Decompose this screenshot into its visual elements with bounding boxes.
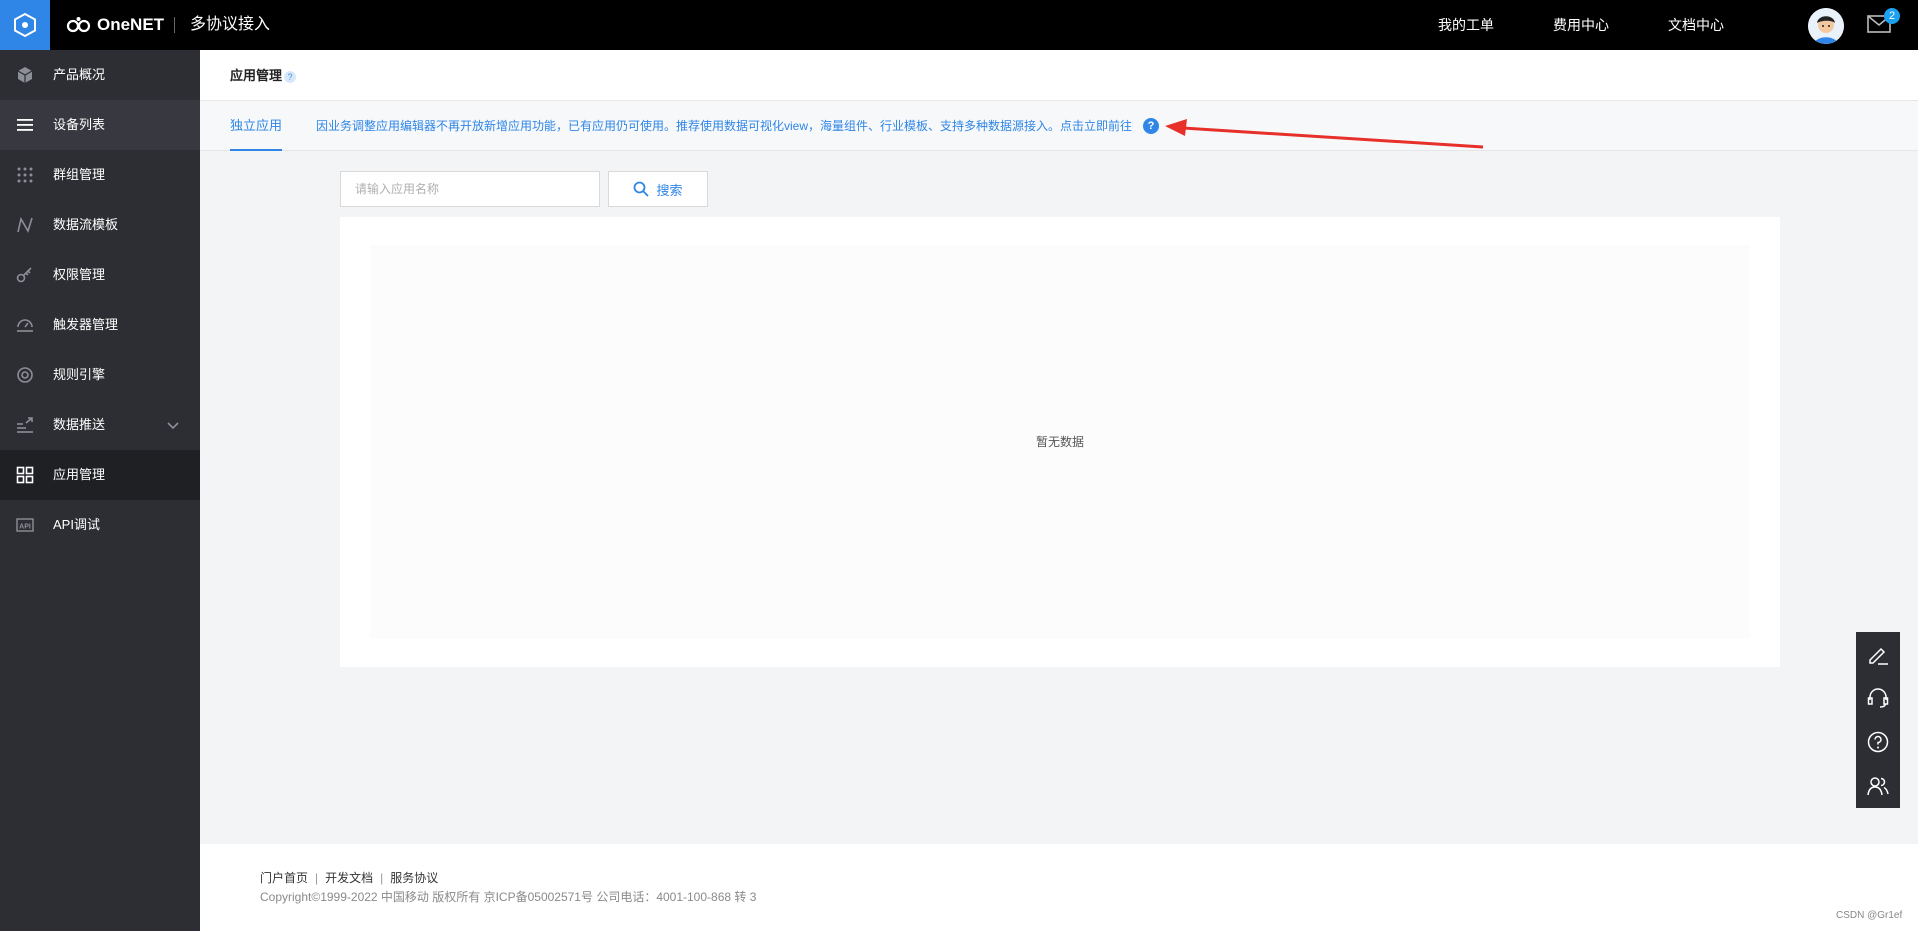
sidebar-item-label: 数据流模板 [53,217,119,232]
page-title: 应用管理? [230,50,297,101]
push-icon [17,417,33,433]
grid-dots-icon [17,167,33,183]
deprecation-notice-link[interactable]: 因业务调整应用编辑器不再开放新增应用功能，已有应用仍可使用。推荐使用数据可视化v… [316,101,1132,151]
product-title: 多协议接入 [190,16,271,33]
sidebar-item-group-management[interactable]: 群组管理 [0,150,200,200]
sidebar-item-label: 权限管理 [53,267,106,282]
sidebar-item-permission-management[interactable]: 权限管理 [0,250,200,300]
sidebar-item-label: 规则引擎 [53,367,106,382]
flow-icon [17,216,33,233]
trigger-icon [17,319,33,332]
sidebar-item-product-overview[interactable]: 产品概况 [0,50,200,100]
sidebar-item-label: 触发器管理 [53,317,119,332]
avatar[interactable] [1808,8,1844,44]
headset-support-icon[interactable] [1866,686,1890,710]
footer-links: 门户首页 | 开发文档 | 服务协议 [260,869,438,886]
footer-separator: | [380,871,384,885]
edit-feedback-icon[interactable] [1866,642,1890,666]
tab-standalone-app[interactable]: 独立应用 [230,101,283,151]
sidebar-item-label: 群组管理 [53,167,106,182]
sidebar-item-data-push[interactable]: 数据推送 [0,400,200,450]
footer-link-dev-docs[interactable]: 开发文档 [325,871,373,885]
nav-docs-center[interactable]: 文档中心 [1668,0,1724,50]
search-button[interactable]: 搜索 [608,171,708,207]
sidebar-item-device-list[interactable]: 设备列表 [0,100,200,150]
sidebar-item-app-management[interactable]: 应用管理 [0,450,200,500]
search-icon [634,181,650,197]
help-question-icon[interactable] [1866,730,1890,754]
brand-name: OneNET [97,15,165,34]
app-table-panel: 暂无数据 [340,217,1780,667]
brand-logo[interactable]: OneNET [66,0,164,50]
rule-engine-icon [17,367,33,383]
sidebar-item-label: API调试 [53,517,100,532]
footer-link-service-agreement[interactable]: 服务协议 [390,871,438,885]
sidebar-item-datastream-template[interactable]: 数据流模板 [0,200,200,250]
onenet-mark-icon [66,17,91,33]
tab-bar: 独立应用 因业务调整应用编辑器不再开放新增应用功能，已有应用仍可使用。推荐使用数… [200,101,1918,151]
community-users-icon[interactable] [1866,774,1890,798]
annotation-arrow [1165,119,1484,149]
footer-link-portal-home[interactable]: 门户首页 [260,871,308,885]
list-icon [17,119,33,131]
help-circle-icon[interactable]: ? [1143,118,1159,134]
nav-my-tickets[interactable]: 我的工单 [1438,0,1494,50]
nav-billing-center[interactable]: 费用中心 [1553,0,1609,50]
sidebar-item-label: 数据推送 [53,417,106,432]
page-title-text: 应用管理 [230,68,283,83]
header-divider [174,17,175,33]
home-logo-button[interactable] [0,0,50,50]
sidebar-item-label: 设备列表 [53,117,106,132]
sidebar-item-rule-engine[interactable]: 规则引擎 [0,350,200,400]
empty-state-text: 暂无数据 [1035,435,1084,449]
sidebar-item-label: 产品概况 [53,67,106,82]
cube-icon [17,67,33,83]
hexagon-logo-icon [14,12,36,38]
footer: 门户首页 | 开发文档 | 服务协议 Copyright©1999-2022 中国移动 … [200,844,1918,931]
search-input[interactable] [340,171,600,207]
watermark: CSDN @Gr1ef [1836,910,1903,921]
footer-separator: | [315,871,319,885]
user-avatar-icon [1808,8,1844,44]
sidebar-item-trigger-management[interactable]: 触发器管理 [0,300,200,350]
chevron-down-icon[interactable] [166,418,180,432]
copyright-text: Copyright©1999-2022 中国移动 版权所有 京ICP备05002… [260,890,757,904]
mail-count-badge: 2 [1884,8,1900,24]
apps-icon [16,466,34,484]
help-icon[interactable]: ? [284,70,297,83]
page-header: 应用管理? [200,50,1918,101]
floating-toolbar [1856,632,1900,808]
sidebar: 产品概况 设备列表 群组管理 数据流模板 权限管理 触发器管理 规则引擎 数据推… [0,50,200,931]
sidebar-item-label: 应用管理 [53,467,106,482]
top-bar: OneNET 多协议接入 我的工单 费用中心 文档中心 2 [0,0,1918,50]
svg-text:API: API [19,524,31,531]
sidebar-item-api-debug[interactable]: API API调试 [0,500,200,550]
search-button-label: 搜索 [656,182,683,198]
key-icon [16,267,32,283]
api-icon: API [16,518,34,532]
